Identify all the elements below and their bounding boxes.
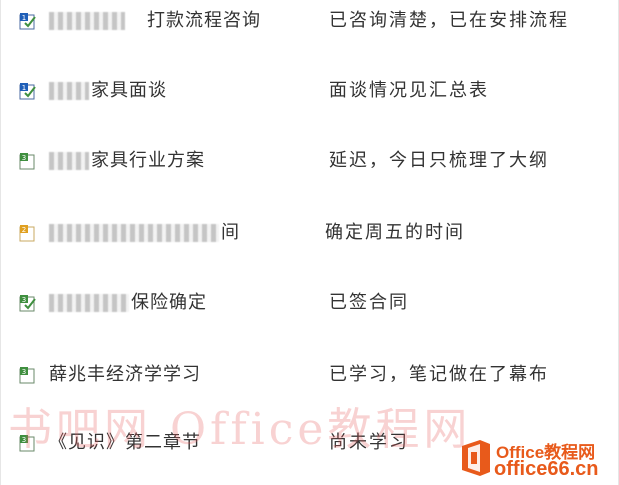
- redacted-text: [49, 82, 89, 100]
- checkbox-3-icon[interactable]: 3: [19, 366, 37, 384]
- task-list-panel: 1 打款流程咨询 已咨询清楚，已在安排流程 1 家具面谈 面谈情况见汇总表 3 …: [0, 0, 619, 485]
- redacted-text: [49, 12, 125, 30]
- task-row: 2 间 确定周五的时间: [1, 216, 619, 252]
- task-row: 3 保险确定 已签合同: [1, 286, 619, 322]
- checkbox-3-icon[interactable]: 3: [19, 294, 37, 312]
- svg-text:3: 3: [22, 368, 26, 376]
- task-result: 尚未学习: [329, 432, 409, 453]
- task-name: 打款流程咨询: [49, 9, 261, 33]
- task-row: 3 薛兆丰经济学学习 已学习，笔记做在了幕布: [1, 358, 619, 394]
- task-row: 1 家具面谈 面谈情况见汇总表: [1, 74, 619, 110]
- svg-text:3: 3: [22, 296, 26, 304]
- task-name: 薛兆丰经济学学习: [49, 364, 201, 385]
- redacted-text: [49, 294, 129, 312]
- task-row: 3 家具行业方案 延迟，今日只梳理了大纲: [1, 144, 619, 180]
- checkbox-2-icon[interactable]: 2: [19, 224, 37, 242]
- checkbox-1-icon[interactable]: 1: [19, 12, 37, 30]
- task-name: 家具面谈: [49, 79, 167, 103]
- task-name: 保险确定: [49, 291, 207, 315]
- svg-text:1: 1: [22, 84, 26, 92]
- task-result: 已签合同: [329, 292, 409, 313]
- svg-text:1: 1: [22, 14, 26, 22]
- svg-text:2: 2: [22, 226, 26, 234]
- task-result: 已学习，笔记做在了幕布: [329, 364, 549, 385]
- task-result: 确定周五的时间: [325, 222, 465, 243]
- checkbox-3-icon[interactable]: 3: [19, 434, 37, 452]
- redacted-text: [49, 152, 89, 170]
- task-name: 《见识》第二章节: [49, 432, 201, 453]
- svg-text:3: 3: [22, 154, 26, 162]
- task-result: 延迟，今日只梳理了大纲: [329, 150, 549, 171]
- task-name: 间: [49, 221, 240, 245]
- checkbox-3-icon[interactable]: 3: [19, 152, 37, 170]
- redacted-text: [49, 224, 219, 242]
- office-logo: Office教程网 office66.cn: [456, 436, 616, 482]
- svg-text:3: 3: [22, 436, 26, 444]
- task-result: 面谈情况见汇总表: [329, 80, 489, 101]
- task-name: 家具行业方案: [49, 149, 205, 173]
- office-logo-icon: [462, 440, 490, 476]
- checkbox-1-icon[interactable]: 1: [19, 82, 37, 100]
- logo-url: office66.cn: [494, 458, 599, 480]
- task-row: 1 打款流程咨询 已咨询清楚，已在安排流程: [1, 4, 619, 40]
- task-result: 已咨询清楚，已在安排流程: [329, 10, 569, 31]
